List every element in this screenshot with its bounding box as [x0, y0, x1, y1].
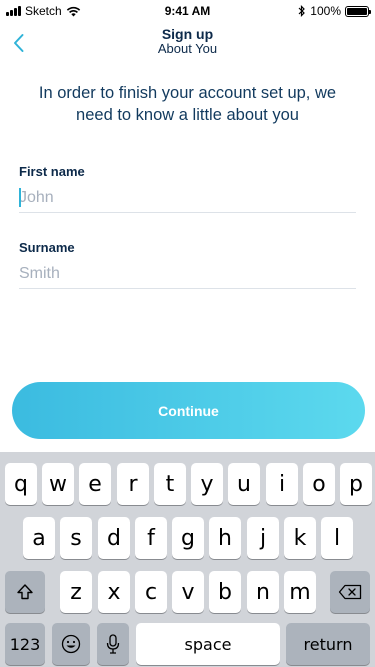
key-i[interactable]: i	[266, 463, 298, 505]
key-j[interactable]: j	[247, 517, 279, 559]
key-o[interactable]: o	[303, 463, 335, 505]
key-k[interactable]: k	[284, 517, 316, 559]
intro-text: In order to finish your account set up, …	[38, 84, 337, 124]
return-key[interactable]: return	[286, 623, 370, 665]
space-key[interactable]: space	[136, 623, 280, 665]
key-r[interactable]: r	[117, 463, 149, 505]
key-d[interactable]: d	[98, 517, 130, 559]
key-l[interactable]: l	[321, 517, 353, 559]
shift-icon	[17, 584, 33, 600]
key-q[interactable]: q	[5, 463, 37, 505]
key-t[interactable]: t	[154, 463, 186, 505]
key-a[interactable]: a	[23, 517, 55, 559]
delete-key[interactable]	[330, 571, 370, 613]
bluetooth-icon	[298, 5, 306, 17]
key-v[interactable]: v	[172, 571, 204, 613]
key-z[interactable]: z	[60, 571, 92, 613]
key-w[interactable]: w	[42, 463, 74, 505]
continue-label: Continue	[158, 402, 219, 419]
surname-input[interactable]	[19, 259, 356, 289]
key-f[interactable]: f	[135, 517, 167, 559]
first-name-input[interactable]	[19, 183, 356, 213]
status-right: 100%	[298, 4, 371, 18]
text-cursor	[19, 188, 21, 207]
key-s[interactable]: s	[60, 517, 92, 559]
status-bar: Sketch 9:41 AM 100%	[0, 0, 375, 22]
dictation-key[interactable]	[97, 623, 129, 665]
key-g[interactable]: g	[172, 517, 204, 559]
first-name-label: First name	[19, 164, 85, 179]
surname-label: Surname	[19, 240, 75, 255]
key-c[interactable]: c	[135, 571, 167, 613]
key-x[interactable]: x	[98, 571, 130, 613]
numbers-key[interactable]: 123	[5, 623, 45, 665]
shift-key[interactable]	[5, 571, 45, 613]
key-m[interactable]: m	[284, 571, 316, 613]
key-u[interactable]: u	[228, 463, 260, 505]
key-h[interactable]: h	[209, 517, 241, 559]
continue-button[interactable]: Continue	[12, 382, 365, 439]
keyboard: q w e r t y u i o p a s d f g h j k l z …	[0, 452, 375, 667]
page-title: Sign up	[161, 26, 214, 42]
key-n[interactable]: n	[247, 571, 279, 613]
key-e[interactable]: e	[79, 463, 111, 505]
battery-icon	[345, 5, 371, 17]
key-b[interactable]: b	[209, 571, 241, 613]
emoji-icon	[61, 634, 81, 654]
emoji-key[interactable]	[52, 623, 90, 665]
microphone-icon	[106, 634, 120, 654]
backspace-icon	[338, 584, 362, 600]
battery-percent: 100%	[310, 4, 341, 18]
key-y[interactable]: y	[191, 463, 223, 505]
nav-bar: Sign up About You	[0, 22, 375, 62]
key-p[interactable]: p	[340, 463, 372, 505]
page-subtitle: About You	[157, 41, 218, 56]
